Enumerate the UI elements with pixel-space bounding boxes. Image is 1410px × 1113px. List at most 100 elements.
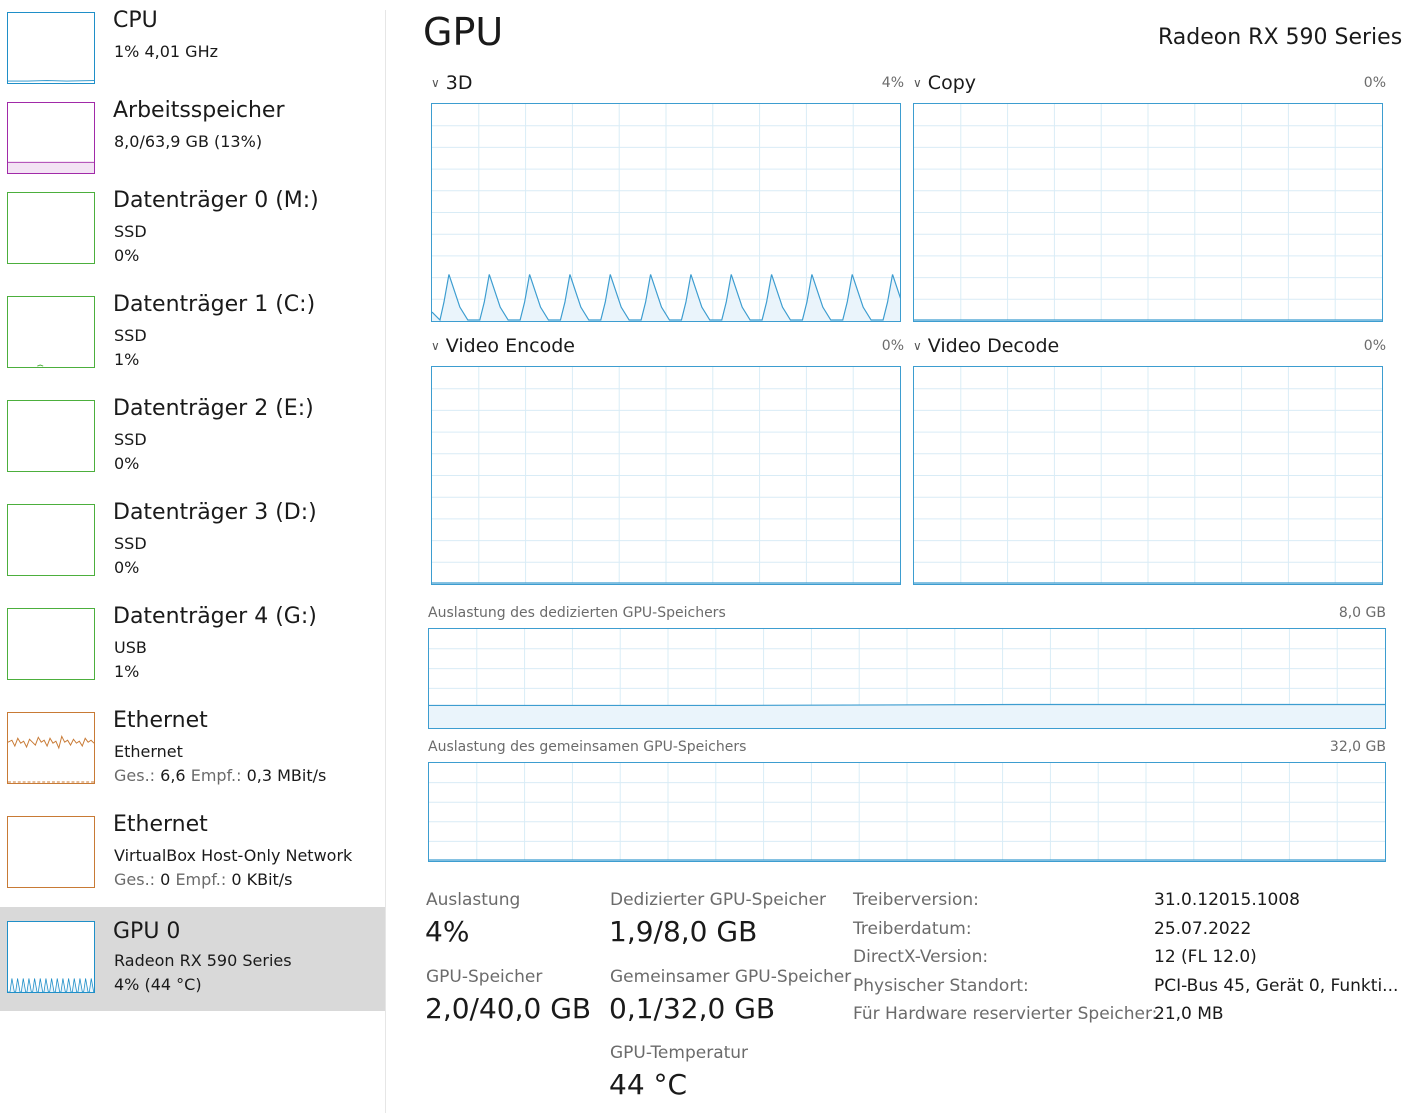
engine-label: Video Decode — [927, 335, 1060, 357]
send-label: Ges.: — [114, 766, 156, 785]
sidebar-item-title: GPU 0 — [113, 919, 181, 944]
engine-selector-3d[interactable]: ∨ 3D — [431, 72, 473, 94]
sidebar-item-detail: VirtualBox Host-Only Network — [114, 846, 353, 865]
sidebar-item-disk-2[interactable]: Datenträger 2 (E:) SSD 0% — [0, 396, 385, 502]
gpu-model-name: Radeon RX 590 Series — [1158, 25, 1403, 50]
sidebar-item-detail: 1% 4,01 GHz — [114, 42, 219, 61]
engine-percent: 0% — [881, 338, 904, 354]
driver-version-value: 31.0.12015.1008 — [1154, 890, 1301, 910]
engine-graph-3d — [431, 103, 901, 322]
receive-label: Empf.: — [190, 766, 242, 785]
sidebar-item-detail: SSD — [114, 534, 147, 553]
receive-value: 0 KBit/s — [231, 870, 293, 889]
sidebar-item-usage: 1% — [114, 662, 140, 681]
engine-percent: 0% — [1363, 338, 1386, 354]
sidebar: CPU 1% 4,01 GHz Arbeitsspeicher 8,0/63,9… — [0, 0, 385, 1113]
receive-value: 0,3 MBit/s — [246, 766, 327, 785]
sidebar-item-usage: 1% — [114, 350, 140, 369]
sidebar-item-gpu-0[interactable]: GPU 0 Radeon RX 590 Series 4% (44 °C) — [0, 907, 385, 1011]
sidebar-item-throughput: Ges.: 0 Empf.: 0 KBit/s — [114, 870, 293, 889]
engine-selector-video-decode[interactable]: ∨ Video Decode — [913, 335, 1059, 357]
sidebar-item-usage: 0% — [114, 246, 140, 265]
engine-label: Video Encode — [445, 335, 575, 357]
sidebar-item-ethernet[interactable]: Ethernet Ethernet Ges.: 6,6 Empf.: 0,3 M… — [0, 708, 385, 814]
sidebar-item-usage: 0% — [114, 558, 140, 577]
ethernet-thumbnail-graph — [7, 712, 95, 784]
dedicated-memory-trace-fill — [429, 704, 1385, 728]
engine-selector-copy[interactable]: ∨ Copy — [913, 72, 976, 94]
dedicated-memory-max: 8,0 GB — [1338, 605, 1386, 621]
disk-thumbnail-graph — [7, 192, 95, 264]
sidebar-item-title: Datenträger 1 (C:) — [113, 292, 316, 317]
sidebar-item-title: Ethernet — [113, 812, 208, 837]
gpu-memory-value: 2,0/40,0 GB — [425, 992, 592, 1025]
disk-thumbnail-graph — [7, 400, 95, 472]
physical-location-label: Physischer Standort: — [853, 976, 1029, 996]
reserved-memory-value: 21,0 MB — [1154, 1004, 1224, 1024]
send-label: Ges.: — [114, 870, 156, 889]
engine-selector-video-encode[interactable]: ∨ Video Encode — [431, 335, 575, 357]
sidebar-item-detail: Radeon RX 590 Series — [114, 951, 292, 970]
sidebar-item-title: Datenträger 4 (G:) — [113, 604, 317, 629]
shared-memory-stat-label: Gemeinsamer GPU-Speicher — [610, 967, 852, 987]
receive-label: Empf.: — [175, 870, 227, 889]
directx-version-label: DirectX-Version: — [853, 947, 989, 967]
driver-date-label: Treiberdatum: — [853, 919, 972, 939]
disk-thumbnail-graph — [7, 296, 95, 368]
sidebar-item-title: CPU — [113, 8, 158, 33]
shared-memory-label: Auslastung des gemeinsamen GPU-Speichers — [428, 739, 747, 755]
send-value: 0 — [160, 870, 171, 889]
sidebar-item-detail: 8,0/63,9 GB (13%) — [114, 132, 263, 151]
sidebar-item-throughput: Ges.: 6,6 Empf.: 0,3 MBit/s — [114, 766, 326, 785]
engine-graph-video-encode — [431, 366, 901, 585]
shared-memory-graph — [428, 762, 1386, 862]
driver-date-value: 25.07.2022 — [1154, 919, 1252, 939]
chevron-down-icon: ∨ — [913, 339, 922, 353]
engine-graph-copy — [913, 103, 1383, 322]
shared-memory-stat-value: 0,1/32,0 GB — [609, 992, 776, 1025]
sidebar-item-detail: SSD — [114, 326, 147, 345]
sidebar-item-title: Datenträger 2 (E:) — [113, 396, 314, 421]
sidebar-item-ethernet-virtualbox[interactable]: Ethernet VirtualBox Host-Only Network Ge… — [0, 812, 385, 918]
send-value: 6,6 — [160, 766, 186, 785]
directx-version-value: 12 (FL 12.0) — [1154, 947, 1257, 967]
ethernet-thumbnail-graph — [7, 816, 95, 888]
gpu-memory-label: GPU-Speicher — [426, 967, 543, 987]
engine-graph-video-decode — [913, 366, 1383, 585]
sidebar-item-usage: 4% (44 °C) — [114, 975, 202, 994]
disk-thumbnail-graph — [7, 608, 95, 680]
sidebar-item-title: Ethernet — [113, 708, 208, 733]
reserved-memory-label: Für Hardware reservierter Speicher: — [853, 1004, 1158, 1024]
chevron-down-icon: ∨ — [431, 76, 440, 90]
utilization-value: 4% — [425, 915, 470, 948]
dedicated-memory-stat-label: Dedizierter GPU-Speicher — [610, 890, 827, 910]
sidebar-divider — [385, 10, 386, 1113]
page-title: GPU — [423, 10, 504, 54]
sidebar-item-disk-4[interactable]: Datenträger 4 (G:) USB 1% — [0, 604, 385, 710]
cpu-thumbnail-graph — [7, 12, 95, 84]
dedicated-memory-label: Auslastung des dedizierten GPU-Speichers — [428, 605, 726, 621]
engine-percent: 0% — [1363, 75, 1386, 91]
shared-memory-max: 32,0 GB — [1329, 739, 1386, 755]
sidebar-item-detail: Ethernet — [114, 742, 183, 761]
engine-label: 3D — [445, 72, 473, 94]
chevron-down-icon: ∨ — [913, 76, 922, 90]
memory-thumbnail-graph — [7, 102, 95, 174]
gpu-thumbnail-trace — [8, 978, 94, 992]
engine-label: Copy — [927, 72, 976, 94]
dedicated-memory-graph — [428, 628, 1386, 729]
sidebar-item-title: Datenträger 3 (D:) — [113, 500, 317, 525]
sidebar-item-disk-1[interactable]: Datenträger 1 (C:) SSD 1% — [0, 292, 385, 398]
sidebar-item-detail: USB — [114, 638, 147, 657]
gpu-temperature-value: 44 °C — [609, 1068, 688, 1101]
sidebar-item-title: Datenträger 0 (M:) — [113, 188, 319, 213]
sidebar-item-disk-0[interactable]: Datenträger 0 (M:) SSD 0% — [0, 188, 385, 294]
driver-version-label: Treiberversion: — [853, 890, 979, 910]
utilization-label: Auslastung — [426, 890, 521, 910]
engine-percent: 4% — [881, 75, 904, 91]
sidebar-item-disk-3[interactable]: Datenträger 3 (D:) SSD 0% — [0, 500, 385, 606]
dedicated-memory-stat-value: 1,9/8,0 GB — [609, 915, 758, 948]
sidebar-item-detail: SSD — [114, 222, 147, 241]
sidebar-item-detail: SSD — [114, 430, 147, 449]
sidebar-item-title: Arbeitsspeicher — [113, 98, 285, 123]
